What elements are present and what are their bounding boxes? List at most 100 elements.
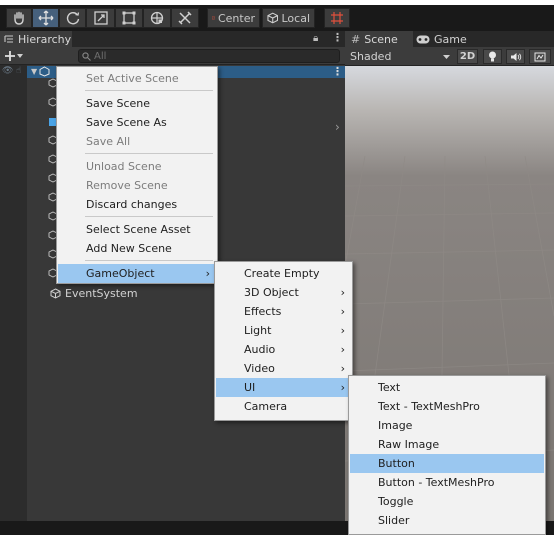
grid-snap-icon xyxy=(331,12,343,24)
tab-game[interactable]: Game xyxy=(416,31,476,47)
rect-icon xyxy=(122,11,136,25)
menu-item-text-textmeshpro[interactable]: Text - TextMeshPro xyxy=(350,397,544,416)
light-label: Light xyxy=(244,324,272,337)
menu-item-button[interactable]: Button xyxy=(350,454,544,473)
shading-mode-label: Shaded xyxy=(350,50,392,63)
menu-item-audio[interactable]: Audio › xyxy=(216,340,351,359)
scene-grid-icon: # xyxy=(351,32,361,46)
hierarchy-tab-label: Hierarchy xyxy=(18,32,72,46)
custom-tool-button[interactable] xyxy=(171,8,199,28)
lock-icon[interactable]: 🔒︎ xyxy=(313,33,318,44)
speaker-icon xyxy=(510,52,521,61)
pivot-center-icon xyxy=(212,16,215,20)
menu-item-set-active-scene: Set Active Scene xyxy=(86,72,179,85)
3d-object-label: 3D Object xyxy=(244,286,299,299)
menu-item-image[interactable]: Image xyxy=(350,416,544,435)
game-tab-label: Game xyxy=(434,32,467,46)
menu-item-video[interactable]: Video › xyxy=(216,359,351,378)
grid-snap-button[interactable] xyxy=(324,8,350,28)
ui-label: UI xyxy=(244,381,256,394)
submenu-arrow-icon: › xyxy=(340,362,345,375)
lighting-toggle[interactable] xyxy=(483,49,502,64)
pivot-local-label: Local xyxy=(281,11,310,25)
move-icon xyxy=(38,10,53,26)
hand-tool-button[interactable] xyxy=(6,8,32,28)
scene-tab-label: Scene xyxy=(364,32,398,46)
visibility-icon[interactable]: 👁︎ xyxy=(2,66,13,76)
gameobject-submenu: Create Empty 3D Object › Effects › Light… xyxy=(214,261,353,421)
menu-item-unload-scene: Unload Scene xyxy=(86,160,162,173)
menu-item-gameobject[interactable]: GameObject › xyxy=(58,264,216,283)
menu-item-save-scene[interactable]: Save Scene xyxy=(58,94,216,113)
scale-icon xyxy=(93,11,108,25)
main-toolbar: Center Local xyxy=(0,0,554,31)
submenu-arrow-icon: › xyxy=(340,324,345,337)
menu-item-save-scene-as[interactable]: Save Scene As xyxy=(58,113,216,132)
panel-menu-icon[interactable]: ⋮ xyxy=(332,31,343,44)
toolbar-top-strip xyxy=(0,0,554,5)
audio-toggle[interactable] xyxy=(506,49,525,64)
shading-mode-dropdown[interactable]: Shaded xyxy=(350,48,450,65)
unity-scene-icon xyxy=(39,66,50,77)
submenu-arrow-icon: › xyxy=(340,343,345,356)
effects-toggle[interactable] xyxy=(529,49,551,64)
move-tool-button[interactable] xyxy=(32,8,59,28)
rect-tool-button[interactable] xyxy=(115,8,143,28)
effects-icon xyxy=(534,52,546,61)
gameobject-label: GameObject xyxy=(86,267,155,280)
expand-arrow-icon[interactable]: ▼ xyxy=(31,67,37,76)
chevron-down-icon xyxy=(443,54,450,59)
hierarchy-item-eventsystem[interactable]: EventSystem xyxy=(50,286,138,300)
local-cube-icon xyxy=(267,12,279,24)
pivot-local-button[interactable]: Local xyxy=(262,8,315,28)
2d-mode-label: 2D xyxy=(459,51,476,62)
pivot-center-label: Center xyxy=(217,11,255,25)
tab-scene[interactable]: # Scene xyxy=(345,31,413,47)
rotate-tool-button[interactable] xyxy=(59,8,86,28)
menu-item-remove-scene: Remove Scene xyxy=(86,179,168,192)
transform-icon xyxy=(150,11,164,25)
menu-item-button-textmeshpro[interactable]: Button - TextMeshPro xyxy=(350,473,544,492)
tab-hierarchy[interactable]: Hierarchy xyxy=(0,31,72,47)
scale-tool-button[interactable] xyxy=(86,8,115,28)
menu-item-effects[interactable]: Effects › xyxy=(216,302,351,321)
menu-item-toggle[interactable]: Toggle xyxy=(350,492,544,511)
menu-item-raw-image[interactable]: Raw Image xyxy=(350,435,544,454)
video-label: Video xyxy=(244,362,275,375)
pickable-icon[interactable]: ☝︎ xyxy=(16,66,21,76)
rotate-icon xyxy=(66,12,79,25)
plus-icon xyxy=(5,51,15,61)
lightbulb-icon xyxy=(489,51,496,62)
menu-item-add-new-scene[interactable]: Add New Scene xyxy=(58,239,216,258)
chevron-down-icon xyxy=(17,54,23,58)
menu-separator xyxy=(85,260,213,261)
menu-item-3d-object[interactable]: 3D Object › xyxy=(216,283,351,302)
transform-tool-button[interactable] xyxy=(143,8,171,28)
ui-submenu: Text Text - TextMeshPro Image Raw Image … xyxy=(348,375,546,535)
menu-item-text[interactable]: Text xyxy=(350,378,544,397)
gameobject-cube-icon xyxy=(50,287,61,299)
menu-separator xyxy=(85,90,213,91)
menu-item-ui[interactable]: UI › xyxy=(216,378,351,397)
2d-mode-toggle[interactable]: 2D xyxy=(457,49,478,64)
menu-item-save-all: Save All xyxy=(86,135,131,148)
menu-separator xyxy=(85,216,213,217)
hierarchy-gutter xyxy=(0,65,27,521)
hierarchy-search-input[interactable]: All xyxy=(78,49,340,63)
menu-item-select-scene-asset[interactable]: Select Scene Asset xyxy=(58,220,216,239)
search-placeholder: All xyxy=(94,50,107,62)
submenu-arrow-icon: › xyxy=(340,286,345,299)
menu-item-camera[interactable]: Camera xyxy=(216,397,351,416)
menu-separator xyxy=(85,153,213,154)
gamepad-icon xyxy=(416,35,430,43)
tools-icon xyxy=(178,11,192,25)
search-icon xyxy=(82,51,91,61)
create-dropdown-button[interactable] xyxy=(4,47,26,65)
submenu-arrow-icon: › xyxy=(205,267,210,280)
menu-item-create-empty[interactable]: Create Empty xyxy=(216,264,351,283)
pivot-center-button[interactable]: Center xyxy=(207,8,260,28)
menu-item-discard-changes[interactable]: Discard changes xyxy=(58,195,216,214)
scene-row-menu-icon[interactable]: ⋮ xyxy=(332,65,343,78)
audio-label: Audio xyxy=(244,343,276,356)
menu-item-light[interactable]: Light › xyxy=(216,321,351,340)
